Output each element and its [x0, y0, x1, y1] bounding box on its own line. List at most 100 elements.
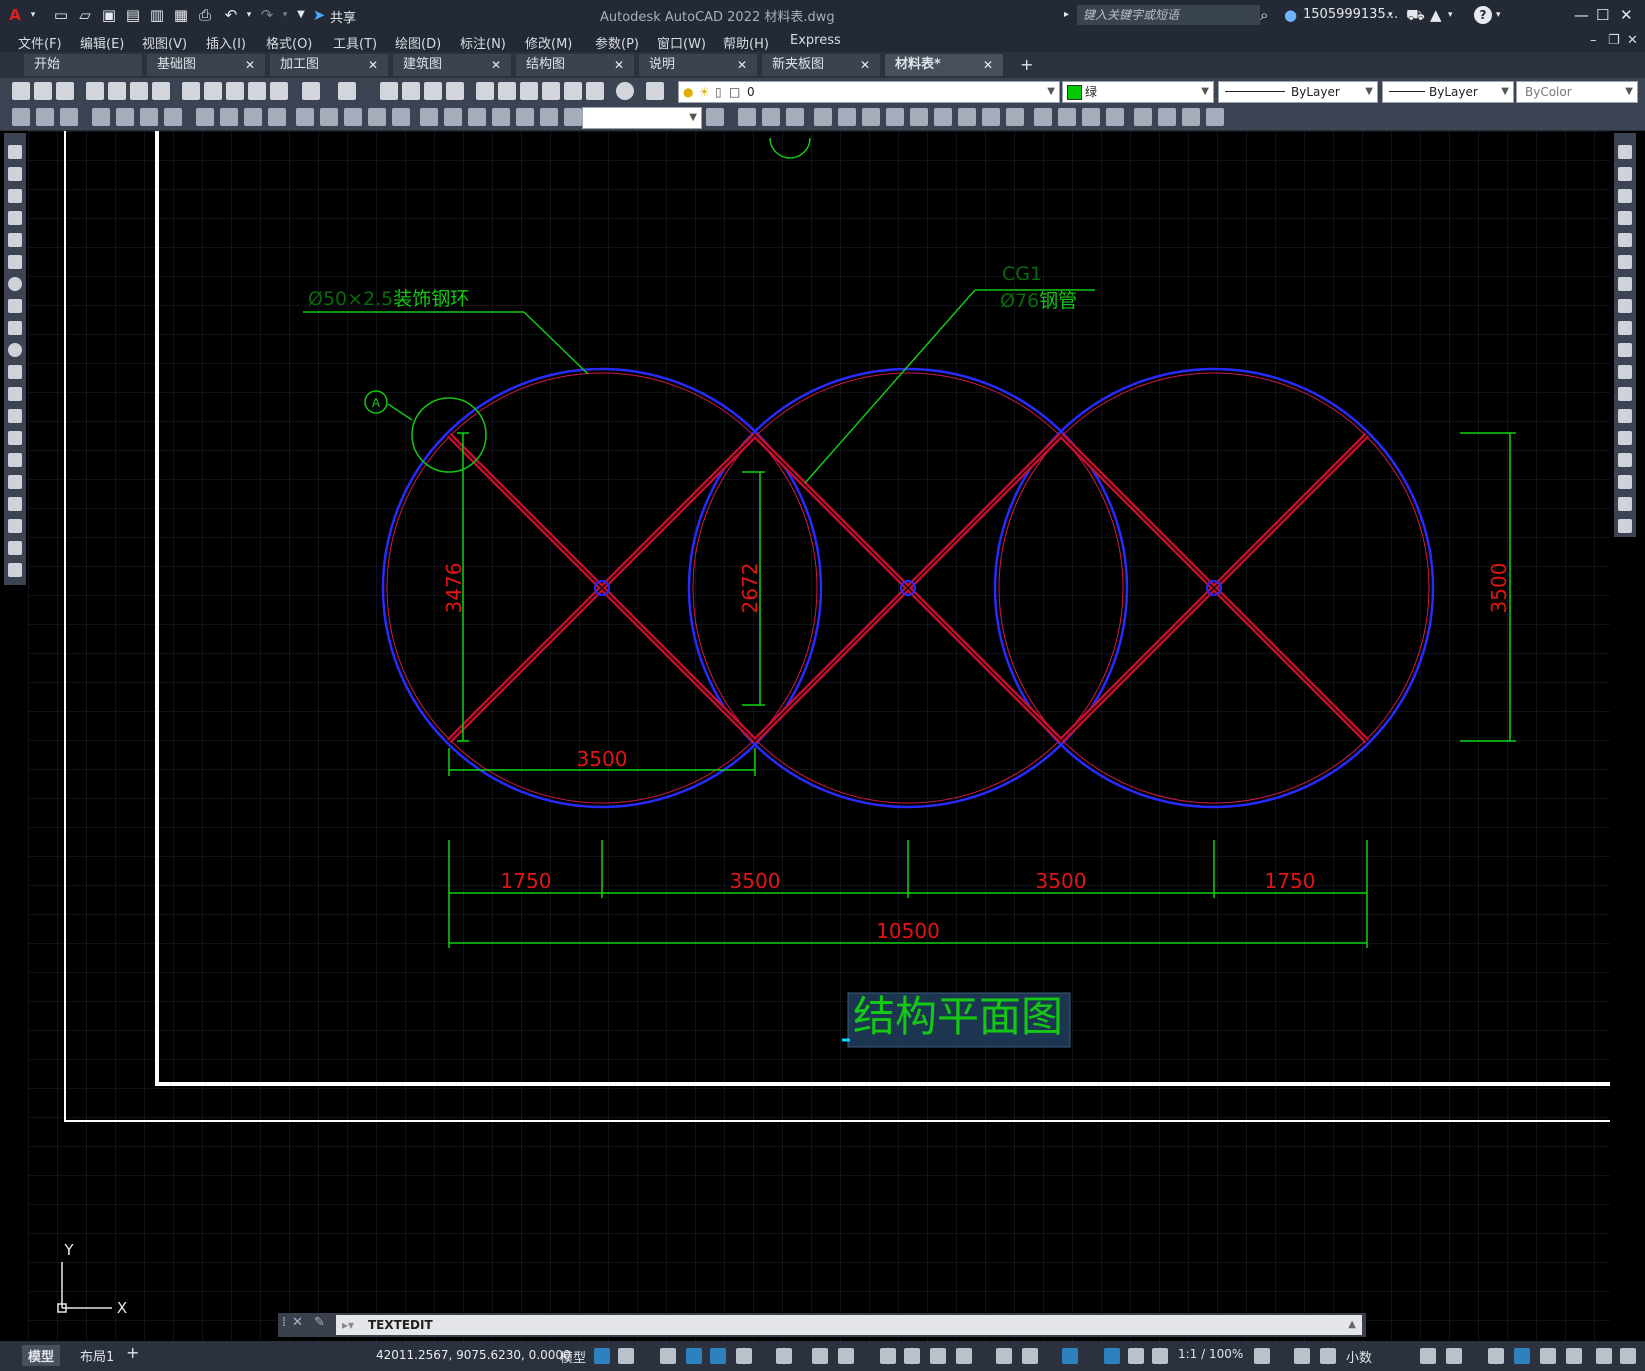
insert-block-icon[interactable] [8, 387, 22, 401]
break-dim-icon[interactable] [392, 108, 410, 126]
command-grip-icon[interactable]: ⁞ [282, 1315, 286, 1330]
lineweight-dropdown[interactable]: ByLayer ▼ [1382, 81, 1514, 103]
menu-tools[interactable]: 工具(T) [333, 33, 377, 52]
linetype-dropdown[interactable]: ByLayer ▼ [1218, 81, 1378, 103]
modify-icon-4[interactable] [814, 108, 832, 126]
layer-dropdown[interactable]: ● ☀ ▯ □ 0 ▼ [678, 81, 1060, 103]
dim-text-row-2[interactable]: 3500 [730, 869, 781, 893]
status-menu-icon[interactable] [1620, 1348, 1636, 1364]
modify-icon-9[interactable] [934, 108, 952, 126]
user-id[interactable]: 1505999135... [1303, 7, 1398, 22]
transparency-icon[interactable] [904, 1348, 920, 1364]
extend-icon[interactable] [1618, 365, 1632, 379]
block-editor-icon[interactable] [270, 82, 288, 100]
menu-draw[interactable]: 绘图(D) [395, 33, 441, 52]
dynamic-ucs-icon[interactable] [996, 1348, 1012, 1364]
revision-cloud-icon[interactable] [8, 299, 22, 313]
trim-icon[interactable] [1618, 343, 1632, 357]
tab-close-icon[interactable]: ✕ [983, 54, 993, 76]
stretch-icon[interactable] [1618, 321, 1632, 335]
dim-text-row-1[interactable]: 1750 [501, 869, 552, 893]
tab-foundation[interactable]: 基础图 ✕ [147, 54, 265, 76]
print-icon[interactable] [86, 82, 104, 100]
drawing-canvas[interactable]: Ø50×2.5装饰钢环 CG1 Ø76钢管 A 3476 2672 3500 3… [28, 131, 1610, 1341]
leader-label-2[interactable]: Ø76钢管 [1000, 290, 1077, 312]
modify-icon-6[interactable] [862, 108, 880, 126]
ortho-icon[interactable] [710, 1348, 726, 1364]
modify-icon-18[interactable] [1158, 108, 1176, 126]
dim-text-row-4[interactable]: 1750 [1265, 869, 1316, 893]
search-expand-icon[interactable]: ▸ [1064, 4, 1069, 26]
minimize-icon[interactable]: — [1574, 4, 1589, 26]
pan-icon[interactable] [380, 82, 398, 100]
copy-icon[interactable] [204, 82, 222, 100]
hatch-icon[interactable] [8, 453, 22, 467]
command-input[interactable]: ▸▾ TEXTEDIT ▲ [336, 1315, 1362, 1335]
dim-style-dropdown[interactable]: ▼ [582, 107, 702, 129]
new-file-icon[interactable]: ▭ [52, 6, 70, 24]
modify-icon-12[interactable] [1006, 108, 1024, 126]
space-dim-icon[interactable] [368, 108, 386, 126]
3d-dwf-icon[interactable] [152, 82, 170, 100]
share-icon[interactable]: ➤ [310, 6, 328, 24]
autodesk-app-icon[interactable]: ▲ [1430, 4, 1442, 26]
gizmo-icon[interactable] [1062, 1348, 1078, 1364]
modify-icon-2[interactable] [762, 108, 780, 126]
cut-icon[interactable] [182, 82, 200, 100]
paste-icon[interactable] [226, 82, 244, 100]
help-dropdown-icon[interactable]: ▾ [1496, 4, 1501, 26]
modify-icon-20[interactable] [1206, 108, 1224, 126]
spline-icon[interactable] [8, 321, 22, 335]
tool-icon-1[interactable] [12, 108, 30, 126]
tab-plywood[interactable]: 新夹板图 ✕ [762, 54, 880, 76]
menu-parametric[interactable]: 参数(P) [595, 33, 639, 52]
markup-icon[interactable] [564, 82, 582, 100]
blend-curves-icon[interactable] [1618, 497, 1632, 511]
isodraft-icon[interactable] [776, 1348, 792, 1364]
scale-icon[interactable] [1618, 299, 1632, 313]
user-dropdown-icon[interactable]: ▾ [1388, 4, 1393, 26]
menu-insert[interactable]: 插入(I) [206, 33, 246, 52]
layout-tab-layout1[interactable]: 布局1 [74, 1345, 120, 1366]
save-web-icon[interactable]: ▦ [172, 6, 190, 24]
app-dropdown-icon[interactable]: ▾ [1448, 4, 1453, 26]
move-icon[interactable] [1618, 255, 1632, 269]
workspace-icon[interactable] [1254, 1348, 1270, 1364]
menu-dimension[interactable]: 标注(N) [460, 33, 506, 52]
zoom-previous-icon[interactable] [446, 82, 464, 100]
infer-constraints-icon[interactable] [660, 1348, 676, 1364]
dim-text-row-3[interactable]: 3500 [1036, 869, 1087, 893]
break-icon[interactable] [1618, 409, 1632, 423]
properties-icon[interactable] [476, 82, 494, 100]
menu-file[interactable]: 文件(F) [18, 33, 62, 52]
doc-close-icon[interactable]: ✕ [1627, 33, 1638, 48]
annotation-scale-icon[interactable] [1152, 1348, 1168, 1364]
customize-toolbar-icon[interactable]: ▼ [292, 6, 310, 24]
dim-text-total[interactable]: 10500 [876, 919, 940, 943]
zoom-window-icon[interactable] [424, 82, 442, 100]
tab-material-list[interactable]: 材料表* ✕ [885, 54, 1003, 76]
toolbar-help-icon[interactable] [616, 82, 634, 100]
object-snap-icon[interactable] [838, 1348, 854, 1364]
ordinate-dim-icon[interactable] [164, 108, 182, 126]
modify-icon-7[interactable] [886, 108, 904, 126]
continue-dim-icon[interactable] [344, 108, 362, 126]
3d-osnap-icon[interactable] [956, 1348, 972, 1364]
arc-icon[interactable] [8, 255, 22, 269]
layout-tab-model[interactable]: 模型 [22, 1345, 61, 1366]
plotstyle-dropdown[interactable]: ByColor ▼ [1516, 81, 1638, 103]
open-icon[interactable] [34, 82, 52, 100]
erase-icon[interactable] [1618, 145, 1632, 159]
dim-text-edit-icon[interactable] [540, 108, 558, 126]
publish-icon[interactable] [130, 82, 148, 100]
linear-dim-icon[interactable] [92, 108, 110, 126]
chamfer-icon[interactable] [1618, 453, 1632, 467]
dynamic-input-icon[interactable] [686, 1348, 702, 1364]
menu-modify[interactable]: 修改(M) [525, 33, 572, 52]
app-menu-chevron-icon[interactable]: ▾ [24, 6, 42, 24]
polar-tracking-icon[interactable] [736, 1348, 752, 1364]
undo-dropdown-icon[interactable]: ▾ [240, 6, 258, 24]
plan-title[interactable]: 结构平面图 [853, 992, 1063, 1041]
command-settings-icon[interactable]: ✎ [314, 1315, 325, 1330]
tab-close-icon[interactable]: ✕ [737, 54, 747, 76]
